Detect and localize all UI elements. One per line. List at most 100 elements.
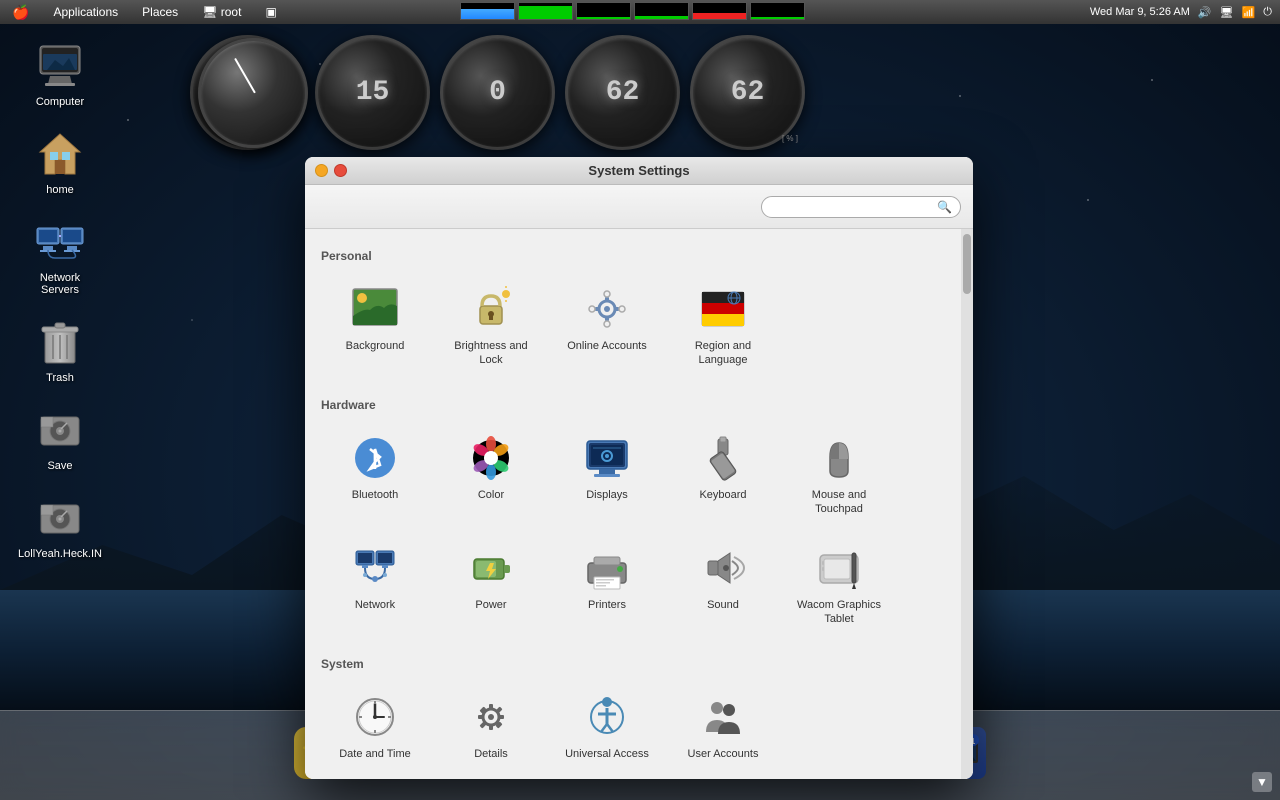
trash-icon (37, 317, 83, 367)
power-hw-label: Power (475, 598, 506, 612)
color-label: Color (478, 488, 504, 502)
menubar-datetime: Wed Mar 9, 5:26 AM (1090, 6, 1190, 18)
keyboard-icon (699, 434, 747, 482)
clock-62: 62 (565, 35, 680, 150)
network-hw-icon (351, 544, 399, 592)
taskbars (460, 2, 805, 20)
screen-icon[interactable]: 🖥 (1220, 6, 1234, 19)
users-icon (699, 693, 747, 741)
settings-network[interactable]: Network (321, 534, 429, 637)
settings-background[interactable]: Background (321, 275, 429, 378)
lollyeah-label: LollYeah.Heck.IN (18, 548, 102, 560)
menubar-applications[interactable]: Applications (49, 3, 122, 21)
settings-bluetooth[interactable]: Bluetooth (321, 424, 429, 527)
keyboard-label: Keyboard (699, 488, 746, 502)
window-controls (315, 164, 347, 177)
settings-window: System Settings 🔍 Personal Background (305, 157, 973, 779)
section-hardware: Hardware (321, 398, 957, 412)
taskbar-2 (518, 2, 573, 20)
home-icon (35, 130, 85, 178)
users-label: User Accounts (688, 747, 759, 761)
hardware-grid: Bluetooth (321, 424, 957, 637)
scrollbar-thumb[interactable] (963, 234, 971, 294)
settings-displays[interactable]: Displays (553, 424, 661, 527)
settings-color[interactable]: Color (437, 424, 545, 527)
menubar-terminal[interactable]: ▣ (261, 3, 280, 21)
universal-icon (583, 693, 631, 741)
save-label: Save (47, 460, 72, 472)
region-label: Region and Language (675, 339, 771, 368)
desktop-icon-save[interactable]: Save (20, 404, 100, 472)
dock-scroll-arrow[interactable]: ▼ (1252, 772, 1272, 792)
settings-users[interactable]: User Accounts (669, 683, 777, 771)
computer-label: Computer (36, 96, 84, 108)
search-icon: 🔍 (937, 200, 952, 214)
settings-keyboard[interactable]: Keyboard (669, 424, 777, 527)
scrollbar[interactable] (961, 229, 973, 779)
desktop-icon-home[interactable]: home (20, 128, 100, 196)
settings-wacom[interactable]: Wacom Graphics Tablet (785, 534, 893, 637)
window-title: System Settings (588, 163, 689, 178)
section-personal: Personal (321, 249, 957, 263)
printers-icon (583, 544, 631, 592)
home-label: home (46, 184, 74, 196)
taskbar-5 (692, 2, 747, 20)
menubar: 🍎 Applications Places 🖥 root ▣ Wed Mar 9… (0, 0, 1280, 24)
desktop-icon-network[interactable]: Network Servers (20, 216, 100, 296)
wifi-icon[interactable]: 📶 (1242, 6, 1256, 19)
apple-menu[interactable]: 🍎 (8, 2, 33, 23)
brightness-label: Brightness and Lock (443, 339, 539, 368)
network-hw-label: Network (355, 598, 395, 612)
taskbar-1 (460, 2, 515, 20)
online-label: Online Accounts (567, 339, 647, 353)
analog-clock-large (198, 38, 308, 148)
volume-icon[interactable]: 🔊 (1198, 6, 1212, 19)
clock-62b: 62 [ % ] (690, 35, 805, 150)
settings-region[interactable]: Region and Language (669, 275, 777, 378)
desktop-icon-trash[interactable]: Trash (20, 316, 100, 384)
wacom-icon (815, 544, 863, 592)
taskbar-4 (634, 2, 689, 20)
settings-details[interactable]: Details (437, 683, 545, 771)
settings-power[interactable]: Power (437, 534, 545, 637)
search-input[interactable] (770, 200, 937, 214)
clock-15: 15 (315, 35, 430, 150)
bluetooth-icon (351, 434, 399, 482)
menubar-places[interactable]: Places (138, 3, 182, 21)
search-box[interactable]: 🔍 (761, 196, 961, 218)
settings-online[interactable]: Online Accounts (553, 275, 661, 378)
datetime-label: Date and Time (339, 747, 411, 761)
printers-label: Printers (588, 598, 626, 612)
clock-0: 0 (440, 35, 555, 150)
displays-icon (583, 434, 631, 482)
power-icon[interactable]: ⏻ (1263, 6, 1272, 19)
brightness-icon (467, 285, 515, 333)
details-label: Details (474, 747, 508, 761)
settings-sound[interactable]: Sound (669, 534, 777, 637)
taskbar-3 (576, 2, 631, 20)
minimize-button[interactable] (315, 164, 328, 177)
close-button[interactable] (334, 164, 347, 177)
bluetooth-label: Bluetooth (352, 488, 398, 502)
desktop-icon-computer[interactable]: Computer (20, 40, 100, 108)
settings-mouse[interactable]: Mouse and Touchpad (785, 424, 893, 527)
settings-datetime[interactable]: Date and Time (321, 683, 429, 771)
background-icon (351, 285, 399, 333)
sound-icon (699, 544, 747, 592)
online-icon (583, 285, 631, 333)
settings-printers[interactable]: Printers (553, 534, 661, 637)
window-titlebar: System Settings (305, 157, 973, 185)
window-content: Personal Background (305, 229, 973, 779)
desktop-icon-lollyeah[interactable]: LollYeah.Heck.IN (20, 492, 100, 560)
mouse-label: Mouse and Touchpad (791, 488, 887, 517)
settings-universal[interactable]: Universal Access (553, 683, 661, 771)
network-icon (35, 220, 85, 265)
save-icon (37, 407, 83, 453)
taskbar-6 (750, 2, 805, 20)
settings-brightness[interactable]: Brightness and Lock (437, 275, 545, 378)
system-grid: Date and Time (321, 683, 957, 771)
lollyeah-icon (37, 495, 83, 541)
trash-label: Trash (46, 372, 74, 384)
datetime-icon (351, 693, 399, 741)
menubar-root[interactable]: 🖥 root (198, 3, 245, 21)
